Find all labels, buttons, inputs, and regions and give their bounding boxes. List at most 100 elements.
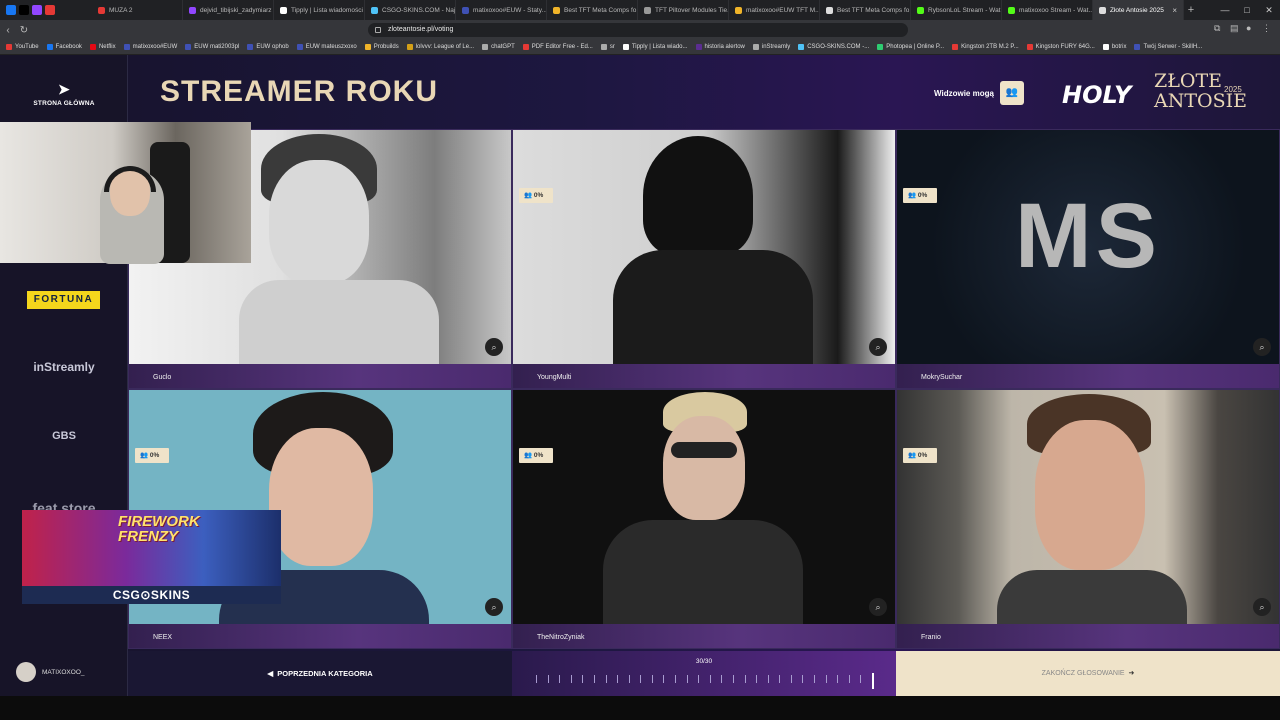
bookmark-item[interactable]: chatGPT — [482, 44, 515, 50]
bookmark-item[interactable]: matixoxoo#EUW — [123, 44, 178, 50]
bookmark-label: CSGO-SKINS.COM -... — [807, 44, 870, 50]
nominee-name: NEEX — [153, 634, 173, 641]
bookmark-item[interactable]: lolvvv: League of Le... — [406, 44, 474, 50]
address-bar: ‹ ↻ zloteantosie.pl/voting ⧉ ▤ ● ⋮ — [0, 20, 1280, 40]
zoom-icon[interactable]: ⌕ — [1253, 338, 1271, 356]
bookmark-favicon-icon — [482, 44, 489, 50]
browser-tab[interactable]: dejvid_tibijski_zadymiarz — [183, 0, 274, 20]
bookmark-favicon-icon — [952, 44, 959, 50]
sponsor-instreamly[interactable]: inStreamly — [0, 360, 128, 374]
bookmark-item[interactable]: EUW mateuszxoxo — [296, 44, 357, 50]
bookmark-label: Kingston 2TB M.2 P... — [961, 44, 1019, 50]
bookmark-item[interactable]: EUW mati2003pl — [185, 44, 239, 50]
bookmark-item[interactable]: inStreamly — [752, 44, 790, 50]
tab-title: CSGO-SKINS.COM - Naj... — [382, 6, 456, 14]
sponsor-gbs[interactable]: GBS — [0, 430, 128, 442]
progress-tick — [709, 675, 711, 683]
maximize-icon[interactable]: □ — [1236, 0, 1258, 20]
browser-tab[interactable]: MUZA 2 — [92, 0, 183, 20]
previous-category-button[interactable]: ◀ POPRZEDNIA KATEGORIA — [128, 651, 512, 696]
tab-favicon-icon — [371, 6, 378, 14]
viewers-can-vote[interactable]: Widzowie mogą 👥 — [934, 81, 1024, 105]
youtube-icon[interactable] — [45, 5, 55, 15]
bookmark-item[interactable]: Probuilds — [364, 44, 399, 50]
bookmark-label: Kingston FURY 64G... — [1035, 44, 1095, 50]
bookmark-favicon-icon — [752, 44, 759, 50]
sponsor-fortuna[interactable]: FORTUNA — [27, 291, 100, 309]
home-link[interactable]: ➤ STRONA GŁÓWNA — [0, 81, 128, 107]
site-info-icon[interactable] — [375, 27, 381, 33]
x-icon[interactable] — [19, 5, 29, 15]
zoom-icon[interactable]: ⌕ — [869, 338, 887, 356]
zoom-icon[interactable]: ⌕ — [869, 598, 887, 616]
home-label: STRONA GŁÓWNA — [33, 100, 95, 107]
nominee-card[interactable]: MS 👥 0% ⌕ MokrySuchar — [896, 129, 1280, 389]
new-tab-button[interactable]: + — [1184, 4, 1198, 16]
minimize-icon[interactable]: — — [1214, 0, 1236, 20]
bookmark-item[interactable]: Netflix — [89, 44, 116, 50]
browser-tab[interactable]: Złote Antosie 2025 × — [1093, 0, 1184, 20]
back-icon[interactable]: ‹ — [0, 25, 16, 36]
profile-icon[interactable]: ● — [1246, 23, 1256, 35]
bookmark-item[interactable]: PDF Editor Free - Ed... — [522, 44, 593, 50]
vote-percent-badge: 👥 0% — [519, 448, 553, 463]
nominee-card[interactable]: 👥 0% ⌕ TheNitroZyniak — [512, 389, 896, 649]
nominee-card[interactable]: 👥 0% ⌕ YoungMulti — [512, 129, 896, 389]
users-icon: 👥 — [999, 81, 1024, 105]
progress-tick — [675, 675, 677, 683]
bookmark-label: EUW ophob — [256, 44, 289, 50]
reload-icon[interactable]: ↻ — [16, 25, 32, 36]
close-tab-icon[interactable]: × — [1172, 6, 1177, 15]
close-window-icon[interactable]: ✕ — [1258, 0, 1280, 20]
bookmark-label: matixoxoo#EUW — [132, 44, 178, 50]
zoom-icon[interactable]: ⌕ — [1253, 598, 1271, 616]
bookmark-label: EUW mateuszxoxo — [305, 44, 357, 50]
nominee-card[interactable]: 👥 0% ⌕ Franio — [896, 389, 1280, 649]
extensions-icon[interactable]: ⧉ — [1214, 23, 1224, 35]
bookmark-item[interactable]: sr — [600, 44, 615, 50]
bookmark-item[interactable]: Tipply | Lista wiado... — [622, 44, 688, 50]
progress-tick — [651, 675, 653, 683]
progress-tick — [605, 675, 607, 683]
bookmark-favicon-icon — [406, 44, 413, 50]
zoom-icon[interactable]: ⌕ — [485, 338, 503, 356]
logo-holy: HOLY — [1062, 81, 1132, 109]
browser-tab[interactable]: matixoxoo#EUW TFT M... — [729, 0, 820, 20]
bookmark-label: historia alertow — [704, 44, 745, 50]
browser-tab[interactable]: Best TFT Meta Comps fo... — [820, 0, 911, 20]
bookmark-item[interactable]: Twój Serwer - SkillH... — [1134, 44, 1202, 50]
browser-tab[interactable]: TFT Piltover Modules Tie... — [638, 0, 729, 20]
bookmark-favicon-icon — [89, 44, 96, 50]
bookmarks-bar: YouTube Facebook Netflix matixoxoo#EUW EUW m… — [0, 40, 1280, 55]
headset-icon — [104, 166, 156, 192]
webcam-overlay — [0, 122, 251, 264]
url-field[interactable]: zloteantosie.pl/voting — [368, 23, 908, 37]
user-profile[interactable]: MATIXOXOO_ — [16, 662, 85, 682]
bookmark-item[interactable]: botrix — [1102, 44, 1127, 50]
finish-voting-button[interactable]: ZAKOŃCZ GŁOSOWANIE ➜ — [896, 651, 1280, 696]
zoom-icon[interactable]: ⌕ — [485, 598, 503, 616]
bookmark-item[interactable]: EUW ophob — [247, 44, 289, 50]
bookmark-item[interactable]: historia alertow — [695, 44, 745, 50]
twitch-icon[interactable] — [32, 5, 42, 15]
browser-tab[interactable]: Best TFT Meta Comps fo... — [547, 0, 638, 20]
sidebar-icon[interactable]: ▤ — [1230, 23, 1240, 35]
browser-tab[interactable]: CSGO-SKINS.COM - Naj... — [365, 0, 456, 20]
facebook-icon[interactable] — [6, 5, 16, 15]
nominee-namebar: Guclo — [129, 364, 511, 388]
bookmark-item[interactable]: Kingston FURY 64G... — [1026, 44, 1095, 50]
browser-tab[interactable]: RybsonLoL Stream - Wat... — [911, 0, 1002, 20]
bookmark-item[interactable]: YouTube — [6, 44, 39, 50]
bookmark-item[interactable]: Facebook — [46, 44, 82, 50]
browser-tab[interactable]: matixoxoo Stream - Wat... — [1002, 0, 1093, 20]
browser-tab[interactable]: Tipply | Lista wiadomości — [274, 0, 365, 20]
bookmark-item[interactable]: Photopea | Online P... — [877, 44, 944, 50]
percent-value: 0% — [917, 192, 928, 199]
browser-tab[interactable]: matixoxoo#EUW - Staty... — [456, 0, 547, 20]
nominee-name: Guclo — [153, 374, 172, 381]
menu-icon[interactable]: ⋮ — [1262, 23, 1272, 35]
bookmark-item[interactable]: CSGO-SKINS.COM -... — [798, 44, 869, 50]
bookmark-item[interactable]: Kingston 2TB M.2 P... — [952, 44, 1019, 50]
logo-zlote: ZŁOTE — [1154, 70, 1223, 92]
bookmark-label: botrix — [1111, 44, 1127, 50]
